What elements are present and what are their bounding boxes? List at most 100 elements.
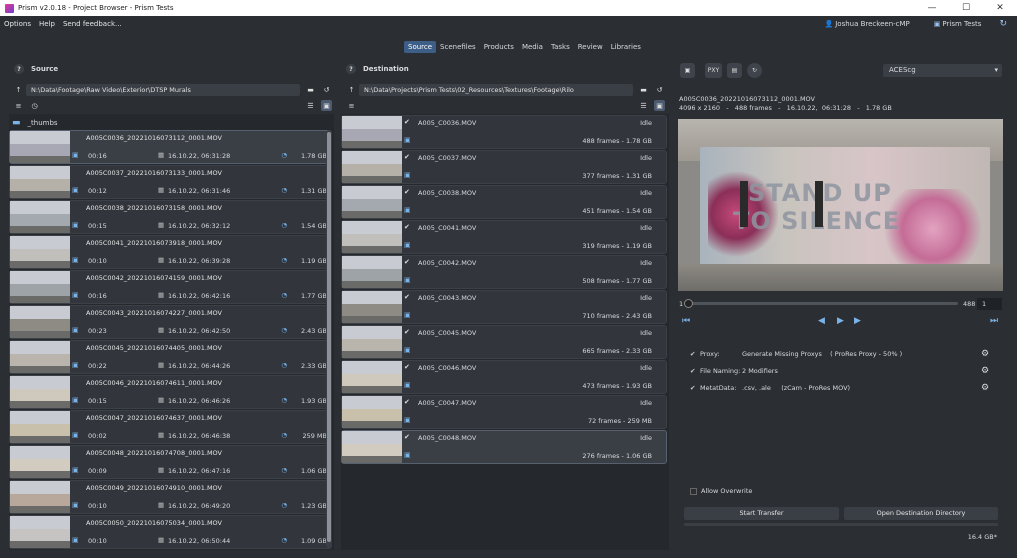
list-view-icon[interactable]: ☰ xyxy=(638,100,649,111)
grid-view-icon[interactable]: ▣ xyxy=(321,100,332,111)
timeline-handle[interactable] xyxy=(684,299,693,308)
up-arrow-icon[interactable]: ↑ xyxy=(346,84,357,95)
destination-file-row[interactable]: ✔ A005_C0038.MOV Idle ▣ 451 frames - 1.54 GB xyxy=(341,185,667,219)
refresh-icon[interactable]: ↻ xyxy=(747,63,762,78)
source-file-row[interactable]: A005C0037_20221016073133_0001.MOV ▣ 00:12 ▦… xyxy=(9,165,332,199)
skip-to-start-icon[interactable]: ⏮ xyxy=(682,316,690,326)
file-naming-option[interactable]: ✔ File Naming: 2 Modifiers xyxy=(690,365,778,377)
help-icon[interactable]: ? xyxy=(14,64,24,74)
tab-scenefiles[interactable]: Scenefiles xyxy=(436,41,480,53)
source-scrollbar[interactable] xyxy=(326,130,332,548)
tab-libraries[interactable]: Libraries xyxy=(607,41,645,53)
destination-file-row[interactable]: ✔ A005_C0042.MOV Idle ▣ 508 frames - 1.77 GB xyxy=(341,255,667,289)
metadata-checkbox[interactable]: ✔ xyxy=(690,384,700,392)
tab-review[interactable]: Review xyxy=(574,41,607,53)
scrollbar-handle[interactable] xyxy=(327,132,331,542)
source-file-row[interactable]: A005C0043_20221016074227_0001.MOV ▣ 00:23 ▦… xyxy=(9,305,332,339)
destination-file-row[interactable]: ✔ A005_C0046.MOV Idle ▣ 473 frames - 1.93 GB xyxy=(341,360,667,394)
source-file-row[interactable]: A005C0046_20221016074611_0001.MOV ▣ 00:15 ▦… xyxy=(9,375,332,409)
monitor-icon[interactable]: ▣ xyxy=(680,63,695,78)
list-view-icon[interactable]: ☰ xyxy=(305,100,316,111)
up-arrow-icon[interactable]: ↑ xyxy=(13,84,24,95)
maximize-button[interactable]: ☐ xyxy=(949,0,983,16)
file-name: A005C0045_20221016074405_0001.MOV xyxy=(86,344,222,352)
step-back-icon[interactable]: ◀ xyxy=(818,316,825,326)
file-naming-checkbox[interactable]: ✔ xyxy=(690,367,700,375)
source-file-row[interactable]: A005C0042_20221016074159_0001.MOV ▣ 00:16 ▦… xyxy=(9,270,332,304)
include-checkbox[interactable]: ✔ xyxy=(404,118,410,126)
transfer-status: Idle xyxy=(640,154,652,162)
play-icon[interactable]: ▶ xyxy=(837,316,844,326)
include-checkbox[interactable]: ✔ xyxy=(404,223,410,231)
destination-file-row[interactable]: ✔ A005_C0036.MOV Idle ▣ 488 frames - 1.78 GB xyxy=(341,115,667,149)
help-icon[interactable]: ? xyxy=(346,64,356,74)
include-checkbox[interactable]: ✔ xyxy=(404,153,410,161)
folder-item[interactable]: ▬ _thumbs xyxy=(12,117,58,129)
refresh-icon[interactable]: ↺ xyxy=(321,84,332,95)
tab-products[interactable]: Products xyxy=(480,41,518,53)
proxy-icon[interactable]: PXY xyxy=(705,63,722,78)
include-checkbox[interactable]: ✔ xyxy=(404,293,410,301)
destination-file-row[interactable]: ✔ A005_C0041.MOV Idle ▣ 319 frames - 1.19 GB xyxy=(341,220,667,254)
project-button[interactable]: Prism Tests xyxy=(942,20,981,28)
sort-icon[interactable]: ≡ xyxy=(346,100,357,111)
skip-to-end-icon[interactable]: ⏭ xyxy=(990,316,998,326)
allow-overwrite-option[interactable]: Allow Overwrite xyxy=(690,487,752,495)
minimize-button[interactable]: — xyxy=(915,0,949,16)
save-icon[interactable]: ▤ xyxy=(727,63,742,78)
video-preview[interactable]: STAND UP TO SILENCE xyxy=(678,119,1003,291)
menu-help[interactable]: Help xyxy=(35,20,59,28)
current-frame-input[interactable]: 1 xyxy=(977,298,1002,310)
step-forward-icon[interactable]: ▶ xyxy=(854,316,861,326)
destination-file-row[interactable]: ✔ A005_C0048.MOV Idle ▣ 276 frames - 1.06 GB xyxy=(341,430,667,464)
proxy-checkbox[interactable]: ✔ xyxy=(690,350,700,358)
destination-file-row[interactable]: ✔ A005_C0037.MOV Idle ▣ 377 frames - 1.31 GB xyxy=(341,150,667,184)
include-checkbox[interactable]: ✔ xyxy=(404,433,410,441)
user-button[interactable]: Joshua Breckeen-cMP xyxy=(835,20,910,28)
colorspace-dropdown[interactable]: ACEScg ▾ xyxy=(883,64,1002,77)
source-path-field[interactable]: N:\Data\Footage\Raw Video\Exterior\DTSP … xyxy=(26,84,300,96)
source-file-row[interactable]: A005C0047_20221016074637_0001.MOV ▣ 00:02 ▦… xyxy=(9,410,332,444)
refresh-icon[interactable]: ↻ xyxy=(999,19,1007,29)
source-file-row[interactable]: A005C0036_20221016073112_0001.MOV ▣ 00:16 ▦… xyxy=(9,130,332,164)
include-checkbox[interactable]: ✔ xyxy=(404,363,410,371)
include-checkbox[interactable]: ✔ xyxy=(404,188,410,196)
file-naming-gear-icon[interactable]: ⚙ xyxy=(979,365,991,377)
close-button[interactable]: ✕ xyxy=(983,0,1017,16)
destination-file-row[interactable]: ✔ A005_C0043.MOV Idle ▣ 710 frames - 2.43 GB xyxy=(341,290,667,324)
pie-icon: ◔ xyxy=(281,151,287,159)
thumb-ground xyxy=(342,351,402,358)
destination-file-row[interactable]: ✔ A005_C0047.MOV Idle ▣ 72 frames - 259 MB xyxy=(341,395,667,429)
start-transfer-button[interactable]: Start Transfer xyxy=(684,507,839,520)
refresh-icon[interactable]: ↺ xyxy=(654,84,665,95)
allow-overwrite-checkbox[interactable] xyxy=(690,487,697,495)
menu-send-feedback[interactable]: Send feedback... xyxy=(59,20,126,28)
menu-bar: Options Help Send feedback... 👤 Joshua B… xyxy=(0,16,1017,32)
tab-source[interactable]: Source xyxy=(404,41,437,53)
destination-path-field[interactable]: N:\Data\Projects\Prism Tests\02_Resource… xyxy=(359,84,633,96)
grid-view-icon[interactable]: ▣ xyxy=(654,100,665,111)
source-file-row[interactable]: A005C0050_20221016075034_0001.MOV ▣ 00:10 ▦… xyxy=(9,515,332,549)
source-file-row[interactable]: A005C0038_20221016073158_0001.MOV ▣ 00:15 ▦… xyxy=(9,200,332,234)
metadata-gear-icon[interactable]: ⚙ xyxy=(979,382,991,394)
include-checkbox[interactable]: ✔ xyxy=(404,398,410,406)
include-checkbox[interactable]: ✔ xyxy=(404,258,410,266)
destination-file-row[interactable]: ✔ A005_C0045.MOV Idle ▣ 665 frames - 2.33 GB xyxy=(341,325,667,359)
tab-media[interactable]: Media xyxy=(518,41,547,53)
proxy-option[interactable]: ✔ Proxy: Generate Missing Proxys ( ProRe… xyxy=(690,348,902,360)
menu-options[interactable]: Options xyxy=(0,20,35,28)
source-file-row[interactable]: A005C0041_20221016073918_0001.MOV ▣ 00:10 ▦… xyxy=(9,235,332,269)
proxy-settings-gear-icon[interactable]: ⚙ xyxy=(979,348,991,360)
folder-icon[interactable]: ▬ xyxy=(638,84,649,95)
timeline-slider[interactable] xyxy=(686,302,958,305)
folder-icon[interactable]: ▬ xyxy=(305,84,316,95)
sort-icon[interactable]: ≡ xyxy=(13,100,24,111)
include-checkbox[interactable]: ✔ xyxy=(404,328,410,336)
open-destination-button[interactable]: Open Destination Directory xyxy=(844,507,998,520)
source-file-row[interactable]: A005C0049_20221016074910_0001.MOV ▣ 00:10 ▦… xyxy=(9,480,332,514)
source-file-row[interactable]: A005C0048_20221016074708_0001.MOV ▣ 00:09 ▦… xyxy=(9,445,332,479)
metadata-option[interactable]: ✔ MetatData: .csv, .ale (zCam - ProRes M… xyxy=(690,382,850,394)
tab-tasks[interactable]: Tasks xyxy=(547,41,574,53)
source-file-row[interactable]: A005C0045_20221016074405_0001.MOV ▣ 00:22 ▦… xyxy=(9,340,332,374)
clock-icon[interactable]: ◷ xyxy=(29,100,40,111)
